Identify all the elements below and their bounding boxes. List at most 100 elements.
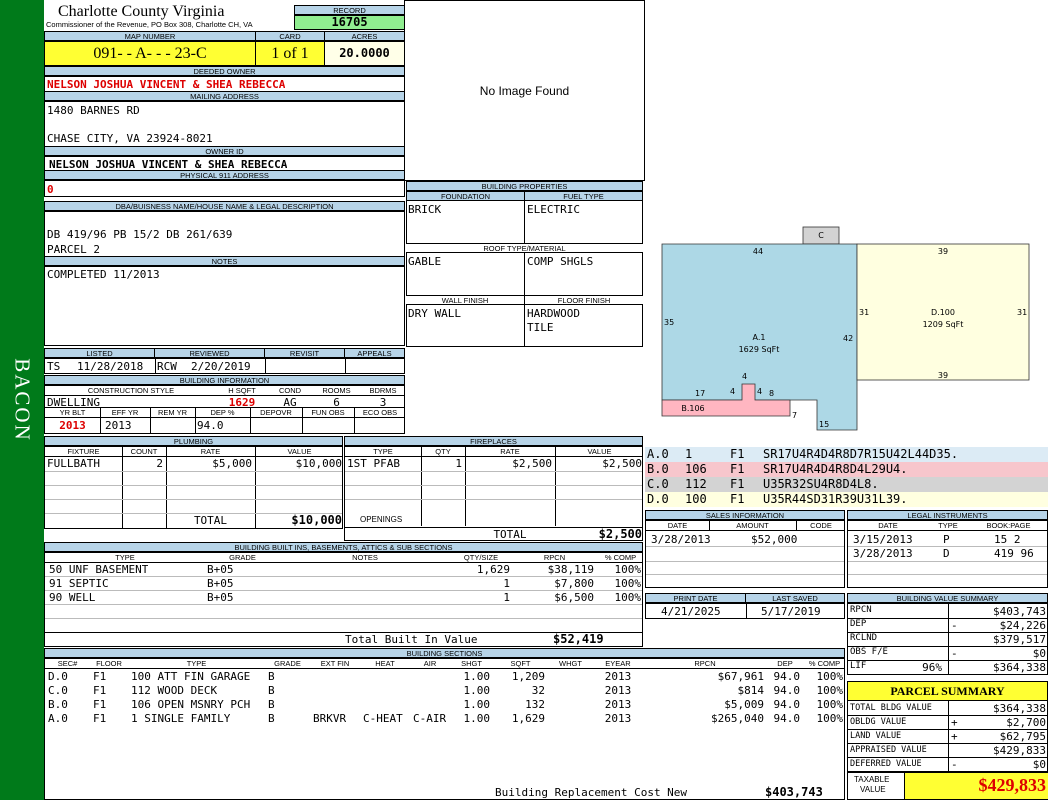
section-floor: F1 — [93, 684, 107, 697]
dim-d-left: 31 — [859, 308, 869, 317]
sections-col: WHGT — [559, 659, 582, 668]
no-image-text: No Image Found — [479, 84, 570, 98]
builtins-col-type: TYPE — [115, 553, 135, 562]
sections-col: AIR — [423, 659, 437, 668]
sections-col: FLOOR — [96, 659, 122, 668]
builtin-type: 91 SEPTIC — [49, 577, 109, 590]
revisit-label: REVISIT — [264, 348, 345, 358]
col-rem-yr: REM YR — [157, 408, 188, 417]
roof-label: ROOF TYPE/MATERIAL — [406, 243, 643, 253]
legal-col-type: TYPE — [938, 521, 958, 530]
fireplace-qty: 1 — [455, 457, 462, 470]
builtin-type: 90 WELL — [49, 591, 96, 604]
plumbing-col-value: VALUE — [287, 447, 312, 456]
section-dep: 94.0 — [773, 670, 801, 683]
taxable-box: TAXABLE VALUE $429,833 — [847, 772, 1048, 800]
builtin-type: 50 UNF BASEMENT — [49, 563, 149, 576]
plumbing-value: $10,000 — [295, 457, 342, 470]
fireplace-type: 1ST PFAB — [347, 457, 400, 470]
sale-amount: $52,000 — [751, 533, 798, 546]
floor-finish-1: HARDWOOD — [527, 307, 580, 320]
listed-by: TS — [47, 360, 61, 373]
last-saved-label: LAST SAVED — [745, 593, 845, 603]
section-sqft: 32 — [531, 684, 545, 697]
sketch-a-area: 1629 SqFt — [739, 345, 780, 354]
builtins-total-label: Total Built In Value — [345, 633, 478, 646]
fireplace-total: $2,500 — [598, 527, 642, 541]
col-cond: COND — [278, 386, 302, 395]
legend-id: C.0 — [647, 477, 669, 491]
col-construction-style: CONSTRUCTION STYLE — [87, 386, 175, 395]
county-title: Charlotte County Virginia — [58, 3, 225, 20]
section-sec: B.0 — [48, 698, 68, 711]
legend-floor: F1 — [730, 492, 745, 506]
builtin-grade: B+05 — [207, 563, 234, 576]
sketch-b-label: B.106 — [681, 404, 704, 413]
last-saved-date: 5/17/2019 — [761, 605, 821, 618]
sections-total: $403,743 — [765, 785, 823, 799]
sections-col: GRADE — [274, 659, 301, 668]
sales-col-date: DATE — [667, 521, 688, 530]
fireplace-total-label: TOTAL — [493, 528, 527, 541]
sections-col: RPCN — [694, 659, 716, 668]
section-sec: C.0 — [48, 684, 68, 697]
sections-col: SEC# — [57, 659, 78, 668]
plumbing-col-rate: RATE — [200, 447, 221, 456]
section-grade: B — [268, 684, 275, 697]
section-sec: D.0 — [48, 670, 68, 683]
sections-col: SHGT — [461, 659, 482, 668]
section-type: 112 WOOD DECK — [131, 684, 218, 697]
builtins-col-qty: QTY/SIZE — [463, 553, 499, 562]
bvs-key: OBS F/E — [850, 647, 888, 657]
card-value: 1 of 1 — [255, 41, 325, 66]
section-eyear: 2013 — [604, 698, 632, 711]
bvs-label: BUILDING VALUE SUMMARY — [847, 593, 1048, 603]
builtin-comp: 100% — [614, 591, 642, 604]
sections-col: HEAT — [375, 659, 395, 668]
section-floor: F1 — [93, 670, 107, 683]
builtins-table: TYPE GRADE NOTES QTY/SIZE RPCN % COMP 50… — [44, 552, 643, 647]
plumbing-rate: $5,000 — [212, 457, 252, 470]
plumbing-fixture: FULLBATH — [47, 457, 100, 470]
builtins-col-notes: NOTES — [352, 553, 378, 562]
dim-d-right: 31 — [1017, 308, 1027, 317]
floor-finish-2: TILE — [527, 321, 554, 334]
bvs-value: $403,743 — [993, 605, 1046, 618]
col-eff-yr: EFF YR — [111, 408, 139, 417]
side-bar: BACON — [0, 0, 44, 800]
col-yr-blt: YR BLT — [59, 408, 86, 417]
dim-a-8: 8 — [769, 389, 774, 398]
legend-code: SR17U4R4D4R8D4L29U4. — [763, 462, 908, 476]
sales-table: DATE AMOUNT CODE 3/28/2013 $52,000 — [645, 520, 845, 588]
physical-address: 0 — [47, 183, 54, 196]
col-eco-obs: ECO OBS — [362, 408, 398, 417]
sales-col-amount: AMOUNT — [736, 521, 769, 530]
record-value: 16705 — [294, 15, 405, 30]
legal-description-label: DBA/BUISNESS NAME/HOUSE NAME & LEGAL DES… — [44, 201, 405, 211]
plumbing-col-count: COUNT — [130, 447, 158, 456]
section-grade: B — [268, 712, 275, 725]
legend-row: B.0 106 F1 SR17U4R4D4R8D4L29U4. — [645, 462, 1048, 477]
builtin-grade: B+05 — [207, 591, 234, 604]
sketch-legend: A.0 1 F1 SR17U4R4D4R8D7R15U42L44D35. B.0 106 F… — [645, 447, 1048, 509]
bvs-value: $0 — [1032, 647, 1046, 660]
plumbing-col-fixture: FIXTURE — [67, 447, 100, 456]
parcel-summary-label: PARCEL SUMMARY — [847, 681, 1048, 701]
legend-floor: F1 — [730, 477, 745, 491]
bvs-value: $24,226 — [999, 619, 1046, 632]
section-air: C-AIR — [413, 712, 447, 725]
builtins-col-grade: GRADE — [229, 553, 256, 562]
legend-row: A.0 1 F1 SR17U4R4D4R8D7R15U42L44D35. — [645, 447, 1048, 462]
sections-col: DEP — [777, 659, 793, 668]
mailing-address-line1: 1480 BARNES RD — [47, 104, 140, 117]
sections-col: EXT FIN — [320, 659, 350, 668]
sketch-d-label: D.100 — [931, 308, 955, 317]
builtins-col-comp: % COMP — [604, 553, 637, 562]
builtin-qty: 1 — [503, 577, 510, 590]
sale-date: 3/28/2013 — [651, 533, 711, 546]
notes-label: NOTES — [44, 256, 405, 266]
print-date: 4/21/2025 — [661, 605, 721, 618]
section-floor: F1 — [93, 698, 107, 711]
mailing-address-line2: CHASE CITY, VA 23924-8021 — [47, 132, 213, 145]
dim-a-4b: 4 — [742, 372, 747, 381]
